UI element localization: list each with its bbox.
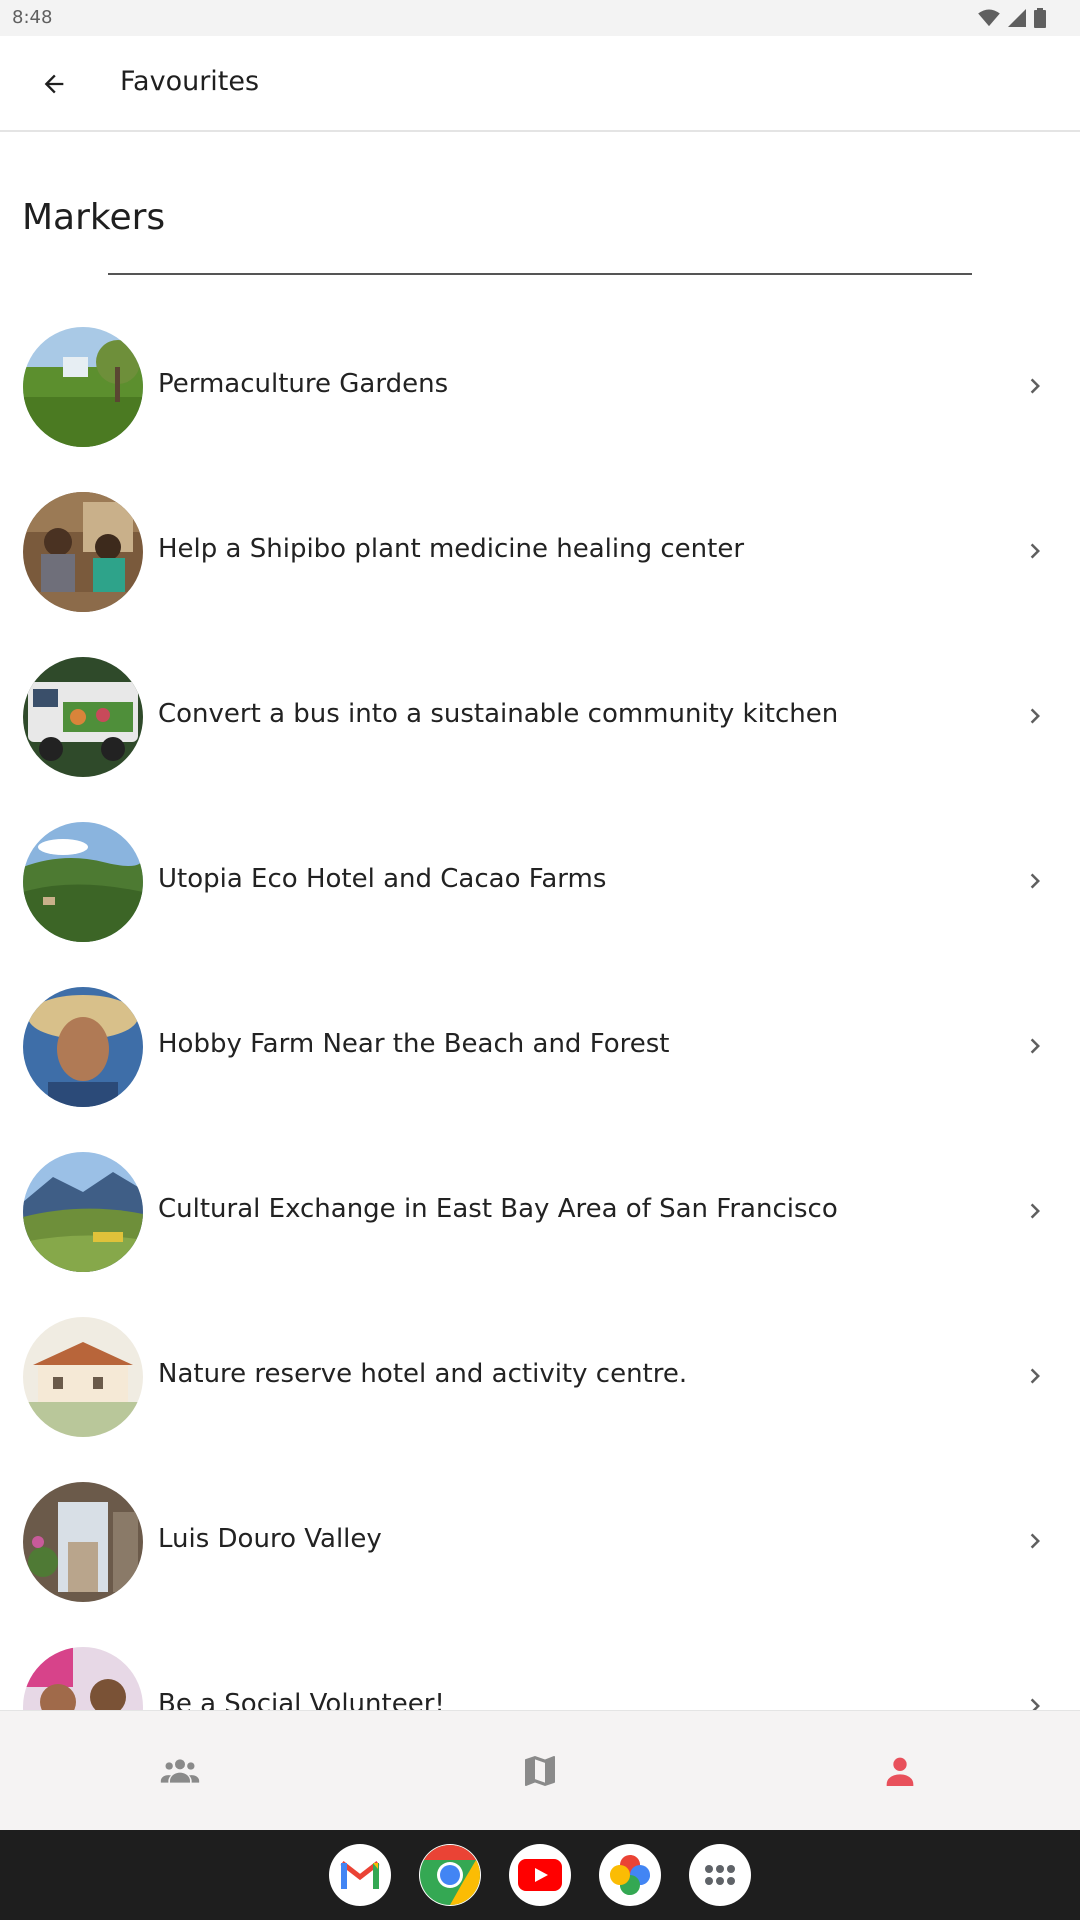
- marker-thumbnail: [23, 1152, 143, 1272]
- marker-label: Cultural Exchange in East Bay Area of Sa…: [158, 1194, 838, 1224]
- marker-item[interactable]: Convert a bus into a sustainable communi…: [0, 657, 1080, 822]
- status-icons: [978, 8, 1046, 28]
- youtube-app[interactable]: [509, 1844, 571, 1906]
- marker-thumbnail: [23, 987, 143, 1107]
- app-drawer[interactable]: [689, 1844, 751, 1906]
- marker-item[interactable]: Hobby Farm Near the Beach and Forest: [0, 987, 1080, 1152]
- system-dock: [0, 1830, 1080, 1920]
- status-bar: 8:48: [0, 0, 1080, 36]
- arrow-back-icon: [44, 74, 64, 94]
- marker-thumbnail: [23, 657, 143, 777]
- back-button[interactable]: [30, 60, 78, 108]
- page-title: Favourites: [120, 66, 260, 97]
- chevron-right-icon: [1030, 543, 1040, 559]
- chevron-right-icon: [1030, 1368, 1040, 1384]
- group-icon: [160, 1759, 200, 1783]
- app-drawer-icon: [705, 1865, 735, 1885]
- marker-item[interactable]: Luis Douro Valley: [0, 1482, 1080, 1647]
- gmail-icon: [340, 1861, 380, 1889]
- marker-label: Be a Social Volunteer!: [158, 1689, 445, 1710]
- youtube-icon: [518, 1859, 562, 1891]
- bottom-navigation: [0, 1710, 1080, 1830]
- marker-item[interactable]: Nature reserve hotel and activity centre…: [0, 1317, 1080, 1482]
- chrome-icon: [420, 1845, 481, 1905]
- chevron-right-icon: [1030, 1533, 1040, 1549]
- chevron-right-icon: [1030, 378, 1040, 394]
- marker-label: Utopia Eco Hotel and Cacao Farms: [158, 864, 607, 894]
- marker-thumbnail: [23, 492, 143, 612]
- status-time: 8:48: [12, 7, 53, 28]
- marker-item[interactable]: Permaculture Gardens: [0, 327, 1080, 492]
- marker-item[interactable]: Utopia Eco Hotel and Cacao Farms: [0, 822, 1080, 987]
- person-icon: [886, 1757, 914, 1786]
- chevron-right-icon: [1030, 1203, 1040, 1219]
- chevron-right-icon: [1030, 708, 1040, 724]
- markers-list[interactable]: Permaculture Gardens Help a Shipibo plan…: [0, 320, 1080, 1710]
- app-bar: Favourites: [0, 36, 1080, 132]
- marker-item[interactable]: Cultural Exchange in East Bay Area of Sa…: [0, 1152, 1080, 1317]
- markers-list-inner: Permaculture Gardens Help a Shipibo plan…: [0, 327, 1080, 1710]
- marker-thumbnail: [23, 1317, 143, 1437]
- marker-label: Permaculture Gardens: [158, 369, 449, 399]
- gmail-app[interactable]: [329, 1844, 391, 1906]
- chevron-right-icon: [1030, 1698, 1040, 1710]
- marker-thumbnail: [23, 1647, 143, 1710]
- marker-label: Hobby Farm Near the Beach and Forest: [158, 1029, 670, 1059]
- marker-label: Convert a bus into a sustainable communi…: [158, 699, 839, 729]
- nav-profile-button[interactable]: [870, 1741, 930, 1801]
- signal-icon: [1008, 9, 1026, 27]
- chevron-right-icon: [1030, 873, 1040, 889]
- chrome-app[interactable]: [419, 1844, 481, 1906]
- marker-item[interactable]: Help a Shipibo plant medicine healing ce…: [0, 492, 1080, 657]
- section-divider: [108, 273, 972, 275]
- marker-thumbnail: [23, 1482, 143, 1602]
- chevron-right-icon: [1030, 1038, 1040, 1054]
- marker-label: Nature reserve hotel and activity centre…: [158, 1359, 688, 1389]
- photos-icon: [610, 1855, 650, 1895]
- marker-thumbnail: [23, 327, 143, 447]
- battery-icon: [1034, 8, 1046, 28]
- map-icon: [525, 1756, 555, 1786]
- marker-item[interactable]: Be a Social Volunteer!: [0, 1647, 1080, 1710]
- nav-map-button[interactable]: [510, 1741, 570, 1801]
- nav-community-button[interactable]: [150, 1741, 210, 1801]
- marker-label: Help a Shipibo plant medicine healing ce…: [158, 534, 745, 564]
- section-title: Markers: [22, 197, 166, 238]
- marker-label: Luis Douro Valley: [158, 1524, 382, 1554]
- marker-thumbnail: [23, 822, 143, 942]
- wifi-icon: [978, 9, 1000, 27]
- photos-app[interactable]: [599, 1844, 661, 1906]
